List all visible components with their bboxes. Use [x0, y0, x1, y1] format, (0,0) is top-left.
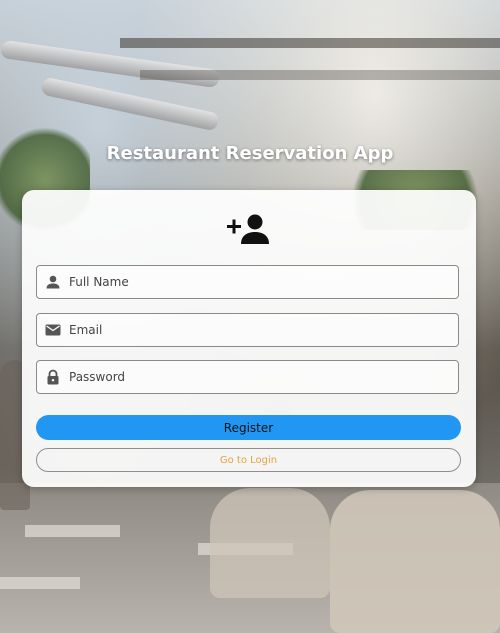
password-field[interactable]: [36, 360, 459, 394]
email-input[interactable]: [69, 314, 450, 346]
full-name-field[interactable]: [36, 265, 459, 299]
email-icon: [45, 324, 61, 336]
lock-icon: [47, 369, 59, 385]
email-field[interactable]: [36, 313, 459, 347]
app-title: Restaurant Reservation App: [106, 143, 394, 164]
register-card: Register Go to Login: [22, 190, 476, 487]
person-icon: [46, 275, 60, 289]
person-add-icon: [227, 214, 269, 244]
go-to-login-button[interactable]: Go to Login: [36, 448, 461, 472]
password-input[interactable]: [69, 361, 450, 393]
register-button[interactable]: Register: [36, 415, 461, 440]
full-name-input[interactable]: [69, 266, 450, 298]
